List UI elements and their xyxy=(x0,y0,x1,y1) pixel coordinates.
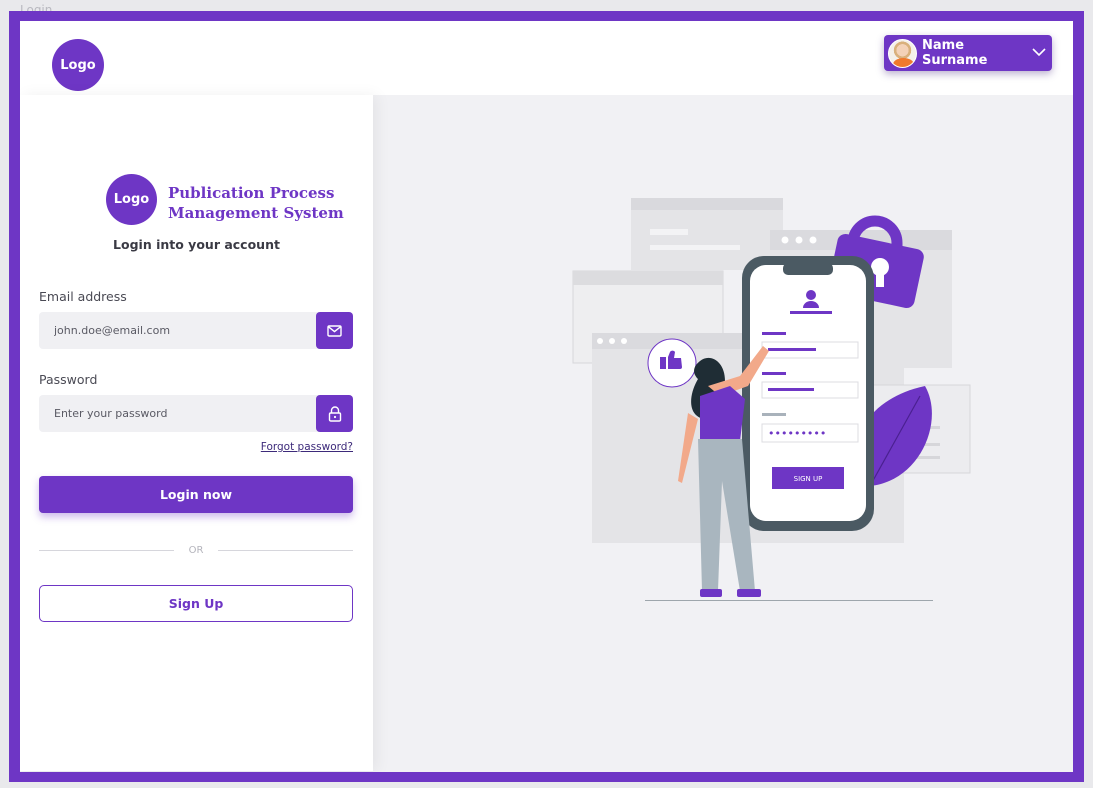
login-illustration: ••••••••• SIGN UP xyxy=(572,198,971,601)
or-divider: OR xyxy=(39,543,353,557)
lock-icon[interactable] xyxy=(316,395,353,432)
frame: Logo Name Surname Logo Publication Proce… xyxy=(9,11,1084,782)
user-menu-button[interactable]: Name Surname xyxy=(884,35,1052,71)
email-label: Email address xyxy=(39,289,127,304)
app-title: Publication Process Management System xyxy=(168,183,368,223)
email-input[interactable] xyxy=(39,312,316,349)
login-panel: Logo Publication Process Management Syst… xyxy=(20,95,373,771)
password-input[interactable] xyxy=(39,395,316,432)
thumbs-up-icon xyxy=(647,338,697,388)
mail-icon[interactable] xyxy=(316,312,353,349)
login-subtitle: Login into your account xyxy=(113,237,280,252)
login-button[interactable]: Login now xyxy=(39,476,353,513)
password-label: Password xyxy=(39,372,98,387)
email-field-wrap xyxy=(39,312,353,349)
brand-logo: Logo xyxy=(106,174,157,225)
forgot-password-link[interactable]: Forgot password? xyxy=(220,441,353,453)
phone-graphic: ••••••••• SIGN UP xyxy=(742,256,874,531)
header-logo[interactable]: Logo xyxy=(52,39,104,91)
illustration-signup-label: SIGN UP xyxy=(794,475,823,483)
app-title-line1: Publication Process xyxy=(168,184,335,202)
or-text: OR xyxy=(188,544,204,556)
password-field-wrap xyxy=(39,395,353,432)
login-screen: Logo Name Surname Logo Publication Proce… xyxy=(20,21,1073,772)
divider-line xyxy=(218,549,353,551)
password-dots: ••••••••• xyxy=(768,427,826,440)
app-title-line2: Management System xyxy=(168,204,344,222)
user-name: Name Surname xyxy=(922,38,988,68)
chevron-down-icon xyxy=(1026,46,1052,60)
avatar xyxy=(888,38,917,68)
bg-window-bar xyxy=(631,198,783,210)
header: Logo Name Surname xyxy=(20,21,1073,95)
signup-button[interactable]: Sign Up xyxy=(39,585,353,622)
divider-line xyxy=(39,549,174,551)
